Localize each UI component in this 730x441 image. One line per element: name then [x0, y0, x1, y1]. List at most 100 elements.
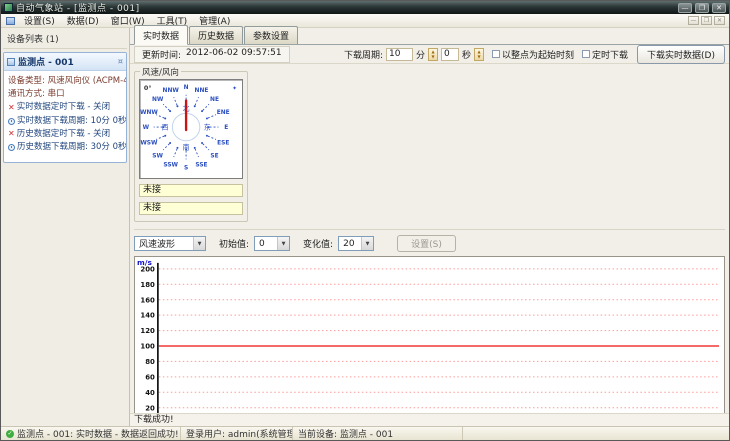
- clock-icon: [8, 117, 15, 125]
- mdi-child-icon: [6, 16, 15, 25]
- chevron-down-icon: ▼: [193, 237, 205, 250]
- minutes-input[interactable]: 10: [385, 47, 413, 61]
- svg-text:✦: ✦: [232, 85, 237, 92]
- workspace: 风速/风向 0° ✦ N NNE NE ENE E ESE SE SSE S SSW SW WSW W WNW…: [130, 64, 729, 435]
- svg-text:140: 140: [140, 312, 155, 320]
- waveform-select[interactable]: 风速波形 ▼: [134, 236, 206, 251]
- svg-text:E: E: [224, 125, 228, 131]
- update-time-value: 2012-06-02 09:57:51: [186, 47, 282, 58]
- timed-download-checkbox[interactable]: [582, 50, 591, 58]
- wind-group: 风速/风向 0° ✦ N NNE NE ENE E ESE SE SSE S SSW SW WSW W WNW…: [134, 66, 248, 222]
- tab-realtime-data[interactable]: 实时数据: [134, 25, 189, 45]
- current-device: 当前设备: 监测点 - 001: [298, 430, 394, 440]
- tab-bar: 实时数据 历史数据 参数设置: [130, 25, 729, 45]
- device-comm-line: 通讯方式: 串口: [8, 89, 65, 100]
- seconds-stepper[interactable]: ▲ ▼: [474, 47, 485, 61]
- wind-compass: 0°✦NNNENEENEEESESESSESSSWSWWSWWWNWNWNNW北…: [139, 79, 243, 179]
- svg-text:40: 40: [145, 389, 155, 397]
- maximize-button[interactable]: ❐: [695, 2, 709, 13]
- device-list-header: 设备列表 (1): [3, 30, 127, 49]
- wind-speed-field: 未接: [139, 184, 243, 197]
- svg-text:20: 20: [145, 404, 155, 412]
- realtime-period-line: 实时数据下载周期: 10分 0秒: [8, 115, 126, 128]
- clock-icon: [8, 143, 15, 151]
- device-type-line: 设备类型: 风速风向仪 (ACPM-4): [8, 76, 127, 86]
- device-card: 监测点 - 001 ¤ 设备类型: 风速风向仪 (ACPM-4) 通讯方式: 串…: [3, 52, 127, 164]
- svg-text:东: 东: [204, 123, 211, 132]
- svg-text:60: 60: [145, 373, 155, 381]
- chart-controls: 风速波形 ▼ 初始值: 0 ▼ 变化值: 20 ▼ 设置(S): [134, 235, 725, 252]
- wind-group-label: 风速/风向: [140, 66, 181, 78]
- update-time-label: 更新时间:: [142, 50, 182, 61]
- svg-text:120: 120: [140, 327, 155, 335]
- svg-text:180: 180: [140, 281, 155, 289]
- device-card-header[interactable]: 监测点 - 001 ¤: [4, 53, 126, 71]
- svg-text:N: N: [184, 85, 189, 91]
- change-value-label: 变化值:: [303, 240, 334, 250]
- seconds-input[interactable]: 0: [441, 47, 459, 61]
- svg-text:NNW: NNW: [163, 88, 180, 94]
- x-icon: ✕: [8, 129, 15, 139]
- chevron-down-icon: ▼: [361, 237, 374, 250]
- chevron-down-icon: ▼: [277, 237, 290, 250]
- svg-text:SSE: SSE: [195, 162, 207, 168]
- app-window: 自动气象站 - [监测点 - 001] — ❐ ✕ 设置(S) 数据(D) 窗口…: [0, 0, 730, 441]
- svg-text:SE: SE: [210, 154, 218, 160]
- svg-text:m/s: m/s: [137, 258, 152, 267]
- wind-direction-field: 未接: [139, 202, 243, 215]
- seconds-unit-label: 秒: [462, 50, 472, 61]
- x-icon: ✕: [8, 102, 15, 112]
- tab-history-data[interactable]: 历史数据: [189, 26, 244, 44]
- minimize-button[interactable]: —: [678, 2, 692, 13]
- pin-icon[interactable]: ¤: [118, 57, 123, 66]
- download-realtime-button[interactable]: 下载实时数据(D): [637, 44, 725, 64]
- download-status-text: 下载成功!: [130, 413, 729, 426]
- status-message: 监测点 - 001: 实时数据 - 数据返回成功!: [17, 430, 179, 440]
- minutes-stepper[interactable]: ▲ ▼: [428, 47, 438, 61]
- initial-value-label: 初始值:: [219, 240, 250, 250]
- menu-data[interactable]: 数据(D): [61, 13, 105, 28]
- change-value-select[interactable]: 20 ▼: [338, 236, 375, 251]
- divider: [134, 229, 725, 230]
- tab-parameter-settings[interactable]: 参数设置: [244, 26, 299, 44]
- realtime-timer-line: ✕ 实时数据定时下载 - 关闭: [8, 102, 111, 113]
- close-button[interactable]: ✕: [712, 2, 726, 13]
- svg-text:ESE: ESE: [217, 141, 229, 147]
- svg-text:西: 西: [162, 124, 169, 132]
- menu-settings[interactable]: 设置(S): [18, 13, 61, 28]
- set-button-disabled[interactable]: 设置(S): [397, 235, 456, 252]
- app-icon: [4, 3, 13, 12]
- svg-text:NNE: NNE: [195, 88, 209, 94]
- svg-text:WSW: WSW: [140, 141, 158, 147]
- logged-in-user: 登录用户: admin(系统管理员): [186, 430, 292, 440]
- svg-text:SW: SW: [152, 154, 163, 160]
- mdi-minimize-button[interactable]: —: [688, 16, 699, 25]
- svg-text:SSW: SSW: [163, 162, 178, 168]
- svg-text:160: 160: [140, 296, 155, 304]
- align-to-hour-checkbox[interactable]: [492, 50, 501, 58]
- initial-value-select[interactable]: 0 ▼: [254, 236, 291, 251]
- update-time-box: 更新时间: 2012-06-02 09:57:51: [134, 45, 290, 63]
- success-check-icon: ✓: [6, 429, 14, 438]
- svg-text:WNW: WNW: [140, 110, 158, 116]
- svg-text:NE: NE: [210, 97, 219, 103]
- history-period-line: 历史数据下载周期: 30分 0秒: [8, 141, 126, 154]
- wind-speed-chart: 020406080100120140160180200m/sT: [134, 256, 725, 435]
- svg-text:ENE: ENE: [217, 110, 230, 116]
- device-name: 监测点 - 001: [18, 58, 74, 68]
- device-list-panel: 设备列表 (1) 监测点 - 001 ¤ 设备类型: 风速风向仪 (ACPM-4…: [1, 28, 130, 426]
- mdi-restore-button[interactable]: ❐: [701, 16, 712, 25]
- svg-text:NW: NW: [152, 97, 164, 103]
- history-timer-line: ✕ 历史数据定时下载 - 关闭: [8, 128, 111, 139]
- status-bar: ✓ 监测点 - 001: 实时数据 - 数据返回成功! 登录用户: admin(…: [1, 426, 729, 440]
- device-icon: [7, 57, 15, 66]
- svg-text:100: 100: [140, 343, 155, 351]
- mdi-close-button[interactable]: ✕: [714, 16, 725, 25]
- toolbar: 更新时间: 2012-06-02 09:57:51 下载周期: 10 分 ▲ ▼ …: [130, 44, 729, 64]
- timed-download-label: 定时下载: [592, 50, 629, 61]
- svg-text:S: S: [184, 165, 188, 171]
- svg-text:南: 南: [183, 143, 190, 152]
- svg-text:0°: 0°: [144, 84, 152, 92]
- svg-text:W: W: [143, 125, 150, 131]
- minutes-unit-label: 分: [415, 50, 425, 61]
